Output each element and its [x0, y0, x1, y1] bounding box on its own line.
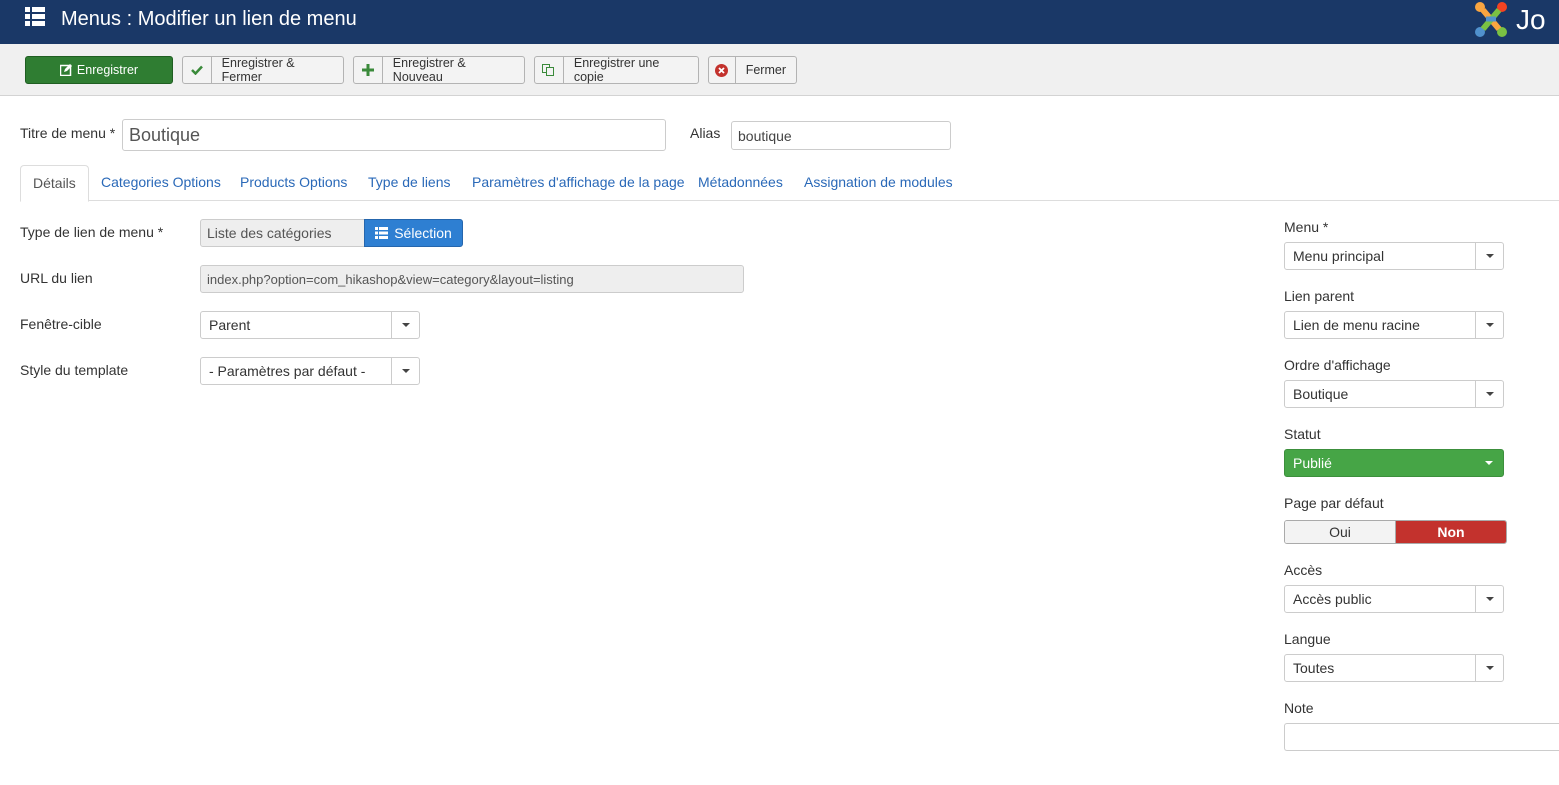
- default-page-no[interactable]: Non: [1396, 521, 1506, 543]
- top-header: Menus : Modifier un lien de menu Jo: [0, 0, 1559, 44]
- chevron-down-icon: [391, 358, 419, 384]
- close-icon: [709, 57, 736, 83]
- menu-label: Menu *: [1284, 219, 1329, 235]
- status-label: Statut: [1284, 426, 1321, 442]
- access-label: Accès: [1284, 562, 1323, 578]
- default-page-yes[interactable]: Oui: [1285, 521, 1396, 543]
- chevron-down-icon: [1475, 243, 1503, 269]
- plus-icon: [354, 57, 383, 83]
- save-copy-label: Enregistrer une copie: [573, 56, 660, 84]
- alias-label: Alias: [690, 125, 721, 141]
- menu-select[interactable]: Menu principal: [1284, 242, 1504, 270]
- tab-products-options[interactable]: Products Options: [240, 165, 347, 201]
- menu-title-input[interactable]: Boutique: [122, 119, 666, 151]
- alias-input[interactable]: boutique: [731, 121, 951, 150]
- chevron-down-icon: [1475, 450, 1503, 476]
- list-icon: [25, 7, 45, 27]
- tab-link-type[interactable]: Type de liens: [368, 165, 451, 201]
- target-window-value: Parent: [209, 317, 251, 333]
- save-label: Enregistrer: [76, 63, 139, 77]
- status-select[interactable]: Publié: [1284, 449, 1504, 477]
- default-page-label: Page par défaut: [1284, 495, 1384, 511]
- menu-title-label: Titre de menu *: [20, 125, 116, 141]
- language-value: Toutes: [1293, 660, 1335, 676]
- language-label: Langue: [1284, 631, 1331, 647]
- close-button[interactable]: Fermer: [708, 56, 797, 84]
- language-select[interactable]: Toutes: [1284, 654, 1504, 682]
- copy-icon: [535, 57, 564, 83]
- target-window-label: Fenêtre-cible: [20, 316, 102, 332]
- target-window-select[interactable]: Parent: [200, 311, 420, 339]
- access-select[interactable]: Accès public: [1284, 585, 1504, 613]
- status-value: Publié: [1293, 455, 1332, 471]
- selection-label: Sélection: [394, 225, 452, 241]
- parent-link-select[interactable]: Lien de menu racine: [1284, 311, 1504, 339]
- display-order-label: Ordre d'affichage: [1284, 357, 1391, 373]
- chevron-down-icon: [1475, 381, 1503, 407]
- save-close-label: Enregistrer & Fermer: [221, 56, 295, 84]
- url-field: index.php?option=com_hikashop&view=categ…: [200, 265, 744, 293]
- save-close-button[interactable]: Enregistrer & Fermer: [182, 56, 344, 84]
- note-input[interactable]: [1284, 723, 1559, 751]
- tab-categories-options[interactable]: Categories Options: [101, 165, 221, 201]
- link-type-label: Type de lien de menu *: [20, 224, 164, 240]
- save-new-button[interactable]: Enregistrer & Nouveau: [353, 56, 525, 84]
- parent-link-label: Lien parent: [1284, 288, 1355, 304]
- chevron-down-icon: [1475, 312, 1503, 338]
- template-style-value: - Paramètres par défaut -: [209, 363, 366, 379]
- chevron-down-icon: [1475, 655, 1503, 681]
- save-new-label: Enregistrer & Nouveau: [392, 56, 466, 84]
- joomla-logo: Jo: [1472, 0, 1559, 40]
- close-label: Fermer: [745, 63, 786, 77]
- chevron-down-icon: [1475, 586, 1503, 612]
- parent-link-value: Lien de menu racine: [1293, 317, 1420, 333]
- link-type-field: Liste des catégories: [200, 219, 365, 247]
- tab-module-assignment[interactable]: Assignation de modules: [804, 165, 953, 201]
- chevron-down-icon: [391, 312, 419, 338]
- tab-details[interactable]: Détails: [20, 165, 89, 202]
- joomla-logo-icon: [1475, 2, 1507, 37]
- access-value: Accès public: [1293, 591, 1372, 607]
- url-label: URL du lien: [20, 270, 93, 286]
- template-style-label: Style du template: [20, 362, 129, 378]
- check-icon: [183, 57, 212, 83]
- note-label: Note: [1284, 700, 1314, 716]
- list-icon: [375, 227, 389, 239]
- template-style-select[interactable]: - Paramètres par défaut -: [200, 357, 420, 385]
- edit-icon: [59, 64, 72, 76]
- page-title: Menus : Modifier un lien de menu: [61, 8, 357, 30]
- selection-button[interactable]: Sélection: [364, 219, 463, 247]
- display-order-value: Boutique: [1293, 386, 1349, 402]
- tab-metadata[interactable]: Métadonnées: [698, 165, 783, 201]
- save-copy-button[interactable]: Enregistrer une copie: [534, 56, 699, 84]
- logo-text: Jo: [1516, 4, 1546, 35]
- display-order-select[interactable]: Boutique: [1284, 380, 1504, 408]
- tab-page-display[interactable]: Paramètres d'affichage de la page: [472, 165, 685, 201]
- default-page-toggle: Oui Non: [1284, 520, 1507, 544]
- tab-bar: Détails Categories Options Products Opti…: [20, 165, 1559, 202]
- save-button[interactable]: Enregistrer: [25, 56, 173, 84]
- menu-value: Menu principal: [1293, 248, 1385, 264]
- toolbar: Enregistrer Enregistrer & Fermer Enregis…: [0, 44, 1559, 96]
